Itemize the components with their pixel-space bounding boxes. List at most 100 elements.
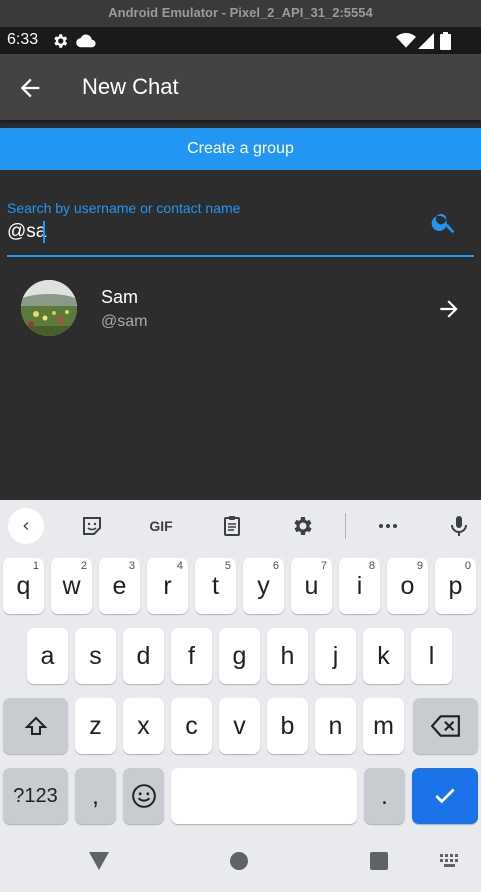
key-label: p (448, 571, 463, 600)
key-f[interactable]: f (171, 628, 212, 684)
key-l[interactable]: l (411, 628, 452, 684)
microphone-icon (451, 516, 467, 536)
key-r[interactable]: r4 (147, 558, 188, 614)
backspace-icon (430, 715, 460, 737)
key-label: h (280, 641, 295, 670)
key-label: f (188, 641, 195, 670)
key-hint: 5 (224, 560, 231, 572)
contact-list-item[interactable]: Sam @sam (0, 270, 481, 348)
wifi-icon (396, 33, 416, 48)
collapse-toolbar-button[interactable] (8, 508, 44, 544)
comma-key[interactable]: , (75, 768, 116, 824)
key-z[interactable]: z (75, 698, 116, 754)
search-input[interactable] (7, 220, 417, 244)
search-field-label: Search by username or contact name (7, 200, 241, 216)
toolbar-divider (345, 513, 346, 539)
checkmark-icon (435, 788, 455, 804)
key-label: k (377, 641, 390, 670)
shift-icon (24, 716, 47, 735)
key-label: w (62, 571, 81, 600)
key-t[interactable]: t5 (195, 558, 236, 614)
key-label: s (89, 641, 102, 670)
key-m[interactable]: m (363, 698, 404, 754)
status-time: 6:33 (7, 31, 39, 48)
key-d[interactable]: d (123, 628, 164, 684)
emoji-icon (131, 784, 156, 808)
key-hint: 7 (320, 560, 327, 572)
key-hint: 3 (128, 560, 135, 572)
key-hint: 0 (464, 560, 471, 572)
key-n[interactable]: n (315, 698, 356, 754)
key-label: q (16, 571, 31, 600)
key-b[interactable]: b (267, 698, 308, 754)
back-arrow-icon[interactable] (16, 74, 44, 102)
key-o[interactable]: o9 (387, 558, 428, 614)
shift-key[interactable] (3, 698, 68, 754)
nav-back-triangle-icon[interactable] (89, 852, 109, 870)
status-bar: 6:33 (0, 27, 481, 54)
key-label: b (280, 711, 295, 740)
key-p[interactable]: p0 (435, 558, 476, 614)
more-options-button[interactable] (374, 512, 402, 540)
sticker-button[interactable] (78, 512, 106, 540)
keyboard-settings-button[interactable] (288, 512, 316, 540)
clipboard-button[interactable] (218, 512, 246, 540)
keyboard-switch-icon[interactable] (440, 854, 460, 868)
system-navigation-bar (0, 830, 481, 892)
key-label: d (136, 641, 151, 670)
symbols-key[interactable]: ?123 (3, 768, 68, 824)
sticker-icon (83, 517, 101, 535)
key-a[interactable]: a (27, 628, 68, 684)
key-c[interactable]: c (171, 698, 212, 754)
key-label: m (373, 711, 394, 740)
key-label: n (328, 711, 343, 740)
create-group-button[interactable]: Create a group (0, 128, 481, 170)
arrow-forward-icon[interactable] (436, 296, 462, 322)
key-y[interactable]: y6 (243, 558, 284, 614)
key-k[interactable]: k (363, 628, 404, 684)
key-label: u (304, 571, 319, 600)
key-label: v (233, 711, 246, 740)
search-underline (7, 255, 474, 257)
key-s[interactable]: s (75, 628, 116, 684)
key-label: a (40, 641, 55, 670)
nav-recents-square-icon[interactable] (370, 852, 388, 870)
key-label: j (332, 641, 339, 670)
key-label: g (232, 641, 247, 670)
key-x[interactable]: x (123, 698, 164, 754)
space-key[interactable] (171, 768, 357, 824)
key-hint: 2 (80, 560, 87, 572)
backspace-key[interactable] (413, 698, 478, 754)
key-w[interactable]: w2 (51, 558, 92, 614)
key-i[interactable]: i8 (339, 558, 380, 614)
key-v[interactable]: v (219, 698, 260, 754)
key-j[interactable]: j (315, 628, 356, 684)
chevron-left-icon (23, 522, 29, 530)
key-h[interactable]: h (267, 628, 308, 684)
key-u[interactable]: u7 (291, 558, 332, 614)
key-label: l (428, 641, 435, 670)
page-title: New Chat (82, 74, 179, 99)
cloud-icon (76, 34, 96, 48)
period-key[interactable]: . (364, 768, 405, 824)
emoji-key[interactable] (123, 768, 164, 824)
key-label: i (356, 571, 363, 600)
text-cursor (43, 221, 45, 243)
cell-signal-icon (418, 33, 434, 49)
nav-home-circle-icon[interactable] (230, 852, 248, 870)
gif-button[interactable]: GIF (146, 512, 176, 540)
key-q[interactable]: q1 (3, 558, 44, 614)
clipboard-icon (224, 516, 240, 536)
enter-key[interactable] (412, 768, 478, 824)
search-icon[interactable] (430, 208, 458, 236)
contact-username: @sam (101, 313, 148, 330)
keyboard-toolbar: GIF (0, 500, 481, 552)
app-bar: New Chat (0, 54, 481, 120)
more-horizontal-icon (379, 524, 397, 528)
key-g[interactable]: g (219, 628, 260, 684)
key-label: r (163, 571, 172, 600)
key-hint: 9 (416, 560, 423, 572)
key-e[interactable]: e3 (99, 558, 140, 614)
voice-input-button[interactable] (445, 512, 473, 540)
settings-gear-icon (54, 34, 68, 48)
